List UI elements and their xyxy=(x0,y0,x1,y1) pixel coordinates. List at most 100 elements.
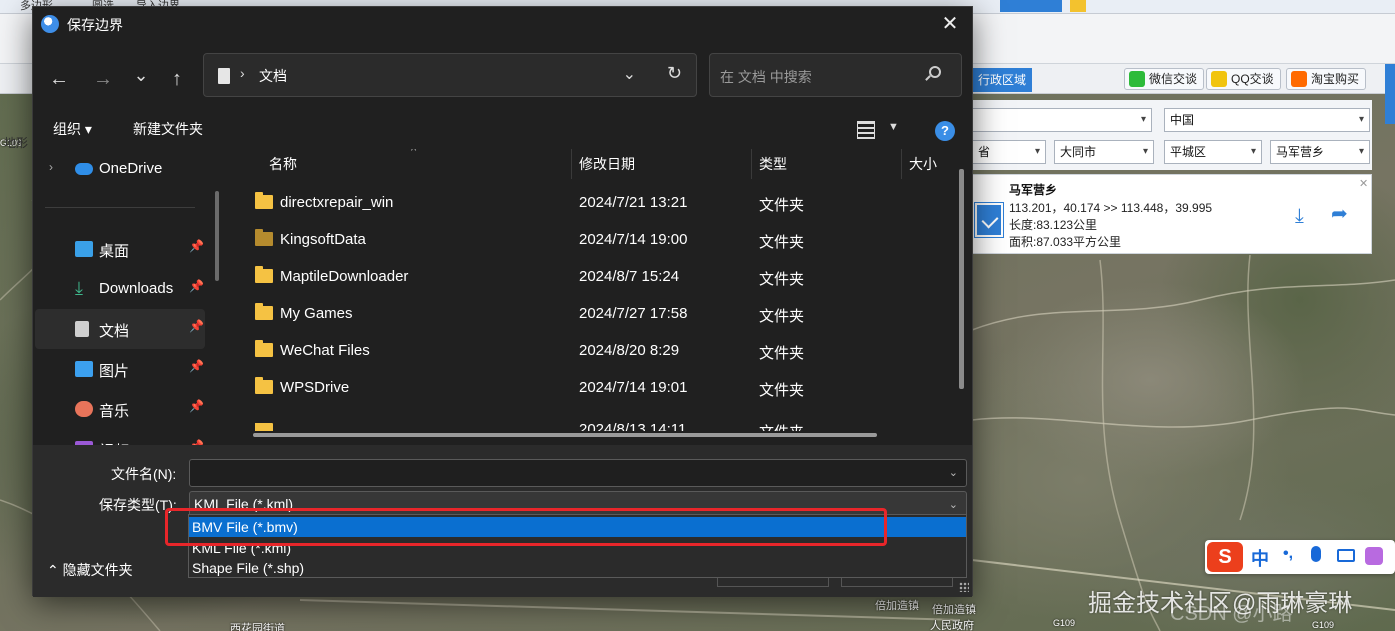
map-type-label[interactable]: 地形 xyxy=(4,134,28,151)
column-header-type[interactable]: 类型 xyxy=(759,149,787,179)
side-panel-toggle[interactable] xyxy=(1385,64,1395,124)
sidebar-item-videos[interactable]: 视频 📌 xyxy=(35,429,205,445)
table-row[interactable]: WeChat Files 2024/8/20 8:29 文件夹 xyxy=(249,333,949,369)
sidebar-item-downloads[interactable]: ⤓ Downloads 📌 xyxy=(35,269,205,309)
file-name: WPSDrive xyxy=(280,379,350,396)
favorite-icon[interactable] xyxy=(1070,0,1086,12)
cloud-icon xyxy=(75,163,93,175)
organize-button[interactable]: 组织 ▾ xyxy=(53,119,92,139)
recent-locations-button[interactable]: ⌄ xyxy=(127,61,155,89)
filename-input[interactable]: ⌄ xyxy=(189,459,967,487)
file-type: 文件夹 xyxy=(759,423,804,431)
country-select[interactable]: 中国 ▾ xyxy=(1164,108,1370,132)
city-select[interactable]: 大同市 ▾ xyxy=(1054,140,1154,164)
new-folder-button[interactable]: 新建文件夹 xyxy=(133,119,203,139)
chevron-down-icon[interactable]: ⌄ xyxy=(623,64,636,84)
sidebar-item-onedrive[interactable]: › OneDrive xyxy=(35,149,205,189)
column-header-size[interactable]: 大小 xyxy=(909,149,937,179)
map-label: 西花园街道 xyxy=(230,623,285,631)
folder-icon xyxy=(255,192,273,209)
hide-folders-button[interactable]: ⌃ 隐藏文件夹 xyxy=(47,560,133,580)
search-button[interactable] xyxy=(1000,0,1062,12)
table-row[interactable]: MaptileDownloader 2024/8/7 15:24 文件夹 xyxy=(249,259,949,295)
wechat-chat-button[interactable]: 微信交谈 xyxy=(1124,68,1205,90)
pin-icon[interactable]: 📌 xyxy=(189,399,204,413)
pin-icon[interactable]: 📌 xyxy=(189,239,204,253)
sidebar-item-documents[interactable]: 文档 📌 xyxy=(35,309,205,349)
address-bar[interactable]: › 文档 ⌄ ↻ xyxy=(203,53,697,97)
expand-icon[interactable]: › xyxy=(49,160,53,174)
close-icon[interactable]: ✕ xyxy=(1359,177,1368,190)
share-icon[interactable]: ➦ xyxy=(1331,201,1348,226)
search-icon[interactable] xyxy=(929,66,941,78)
download-icon[interactable] xyxy=(974,202,1004,238)
desktop-icon xyxy=(75,241,93,257)
pin-icon[interactable]: 📌 xyxy=(189,359,204,373)
column-header-date[interactable]: 修改日期 xyxy=(579,149,635,179)
sidebar-item-pictures[interactable]: 图片 📌 xyxy=(35,349,205,389)
title-bar[interactable]: 保存边界 ✕ xyxy=(33,7,972,43)
ime-toolbar[interactable]: S 中 •, xyxy=(1205,540,1395,574)
folder-icon xyxy=(255,303,273,320)
refresh-icon[interactable]: ↻ xyxy=(667,63,682,84)
map-label: 人民政府 xyxy=(930,620,974,631)
nav-divider xyxy=(45,207,195,208)
file-type: 文件夹 xyxy=(759,271,805,288)
chevron-down-icon[interactable]: ⌄ xyxy=(949,466,958,479)
forward-button[interactable]: → xyxy=(89,65,117,93)
district-select[interactable]: 平城区 ▾ xyxy=(1164,140,1262,164)
file-date: 2024/7/21 13:21 xyxy=(579,194,688,211)
pin-icon[interactable]: 📌 xyxy=(189,319,204,333)
folder-icon xyxy=(255,266,273,283)
file-type: 文件夹 xyxy=(759,345,805,362)
search-input[interactable]: 在 文档 中搜索 xyxy=(709,53,962,97)
chevron-down-icon[interactable]: ⌄ xyxy=(949,498,958,511)
filetype-option-shp[interactable]: Shape File (*.shp) xyxy=(189,558,966,578)
table-row[interactable]: 2024/8/13 14:11 文件夹 xyxy=(249,407,949,431)
vertical-scrollbar[interactable] xyxy=(959,169,964,389)
admin-region-panel: ▾ 中国 ▾ 省 ▾ 大同市 ▾ 平城区 ▾ 马军营乡 ▾ xyxy=(972,100,1372,170)
tab-admin-region[interactable]: 行政区域 xyxy=(972,68,1033,92)
file-type: 文件夹 xyxy=(759,308,805,325)
keyboard-icon[interactable] xyxy=(1337,549,1355,562)
microphone-icon[interactable] xyxy=(1311,546,1321,562)
column-divider[interactable] xyxy=(751,149,752,179)
pin-icon[interactable]: 📌 xyxy=(189,279,204,293)
map-label: 倍加造镇 xyxy=(932,604,976,616)
close-button[interactable]: ✕ xyxy=(928,7,972,43)
file-name: My Games xyxy=(280,305,353,322)
horizontal-scrollbar[interactable] xyxy=(253,433,877,437)
table-row[interactable]: WPSDrive 2024/7/14 19:01 文件夹 xyxy=(249,370,949,406)
qq-chat-label: QQ交谈 xyxy=(1231,72,1274,86)
sidebar-item-music[interactable]: 音乐 📌 xyxy=(35,389,205,429)
province-select[interactable]: 省 ▾ xyxy=(972,140,1046,164)
town-select[interactable]: 马军营乡 ▾ xyxy=(1270,140,1370,164)
column-header-name[interactable]: 名称 xyxy=(269,149,297,179)
region-select-blank[interactable]: ▾ xyxy=(972,108,1152,132)
taobao-buy-button[interactable]: 淘宝购买 xyxy=(1286,68,1367,90)
qq-chat-button[interactable]: QQ交谈 xyxy=(1206,68,1281,90)
punctuation-icon[interactable]: •, xyxy=(1283,545,1293,563)
ime-lang-indicator[interactable]: 中 xyxy=(1251,545,1269,571)
column-divider[interactable] xyxy=(571,149,572,179)
resize-grip[interactable] xyxy=(959,582,969,592)
skin-icon[interactable] xyxy=(1365,547,1383,565)
breadcrumb-documents[interactable]: 文档 xyxy=(259,66,287,86)
table-row[interactable]: My Games 2024/7/27 17:58 文件夹 xyxy=(249,296,949,332)
folder-icon xyxy=(255,377,273,394)
help-button[interactable]: ? xyxy=(935,121,955,141)
map-label: G109 xyxy=(1053,618,1076,628)
view-list-icon[interactable] xyxy=(857,121,875,139)
save-download-icon[interactable]: ⤓ xyxy=(1295,205,1304,228)
column-divider[interactable] xyxy=(901,149,902,179)
nav-scrollbar[interactable] xyxy=(215,191,219,281)
table-row[interactable]: KingsoftData 2024/7/14 19:00 文件夹 xyxy=(249,222,949,258)
back-button[interactable]: ← xyxy=(45,65,73,93)
sidebar-item-label: 音乐 xyxy=(99,403,130,420)
up-button[interactable]: ↑ xyxy=(163,65,191,93)
sidebar-item-desktop[interactable]: 桌面 📌 xyxy=(35,229,205,269)
view-dropdown-icon[interactable]: ▼ xyxy=(888,121,899,133)
table-row[interactable]: directxrepair_win 2024/7/21 13:21 文件夹 xyxy=(249,185,949,221)
music-icon xyxy=(75,401,93,417)
info-name: 马军营乡 xyxy=(1009,183,1058,197)
